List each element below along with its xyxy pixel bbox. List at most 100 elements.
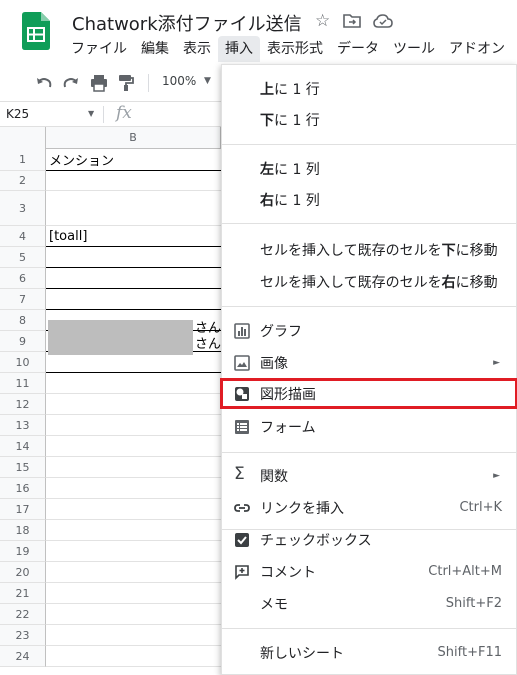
shortcut-text: Shift+F11	[437, 645, 502, 660]
menu-item-label: 図形描画	[260, 386, 316, 403]
menu-item-label: 左に 1 列	[260, 161, 320, 178]
redo-icon[interactable]	[61, 73, 81, 93]
row-header[interactable]: 16	[0, 478, 46, 499]
menu-shift-right[interactable]: セルを挿入して既存のセルを右に移動	[222, 266, 517, 297]
menu-item-label: チェックボックス	[260, 532, 372, 549]
menu-item-label: 下に 1 行	[260, 112, 320, 129]
menu-tools[interactable]: ツール	[386, 36, 442, 62]
zoom-select[interactable]: 100%	[162, 74, 196, 88]
menu-item-label: リンクを挿入	[260, 500, 344, 517]
undo-icon[interactable]	[34, 73, 54, 93]
menu-file[interactable]: ファイル	[64, 36, 134, 62]
shortcut-text: Ctrl+Alt+M	[428, 564, 502, 579]
menu-note[interactable]: メモ Shift+F2	[222, 588, 517, 619]
chart-icon	[234, 322, 250, 339]
row-header[interactable]: 6	[0, 268, 46, 289]
gray-cell-fill[interactable]	[48, 320, 193, 355]
menu-item-label: 関数	[260, 468, 288, 485]
menu-drawing[interactable]: 図形描画	[220, 378, 517, 409]
row-header[interactable]: 5	[0, 247, 46, 268]
row-header[interactable]: 8	[0, 310, 46, 331]
form-icon	[235, 419, 249, 434]
name-box[interactable]: K25	[6, 107, 29, 121]
document-title[interactable]: Chatwork添付ファイル送信	[72, 10, 302, 36]
row-header[interactable]: 22	[0, 604, 46, 625]
menu-col-left[interactable]: 左に 1 列	[222, 153, 517, 184]
drawing-icon	[235, 386, 249, 401]
menu-shift-down[interactable]: セルを挿入して既存のセルを下に移動	[222, 234, 517, 265]
menu-format[interactable]: 表示形式	[260, 36, 330, 62]
insert-menu-dropdown: 上に 1 行 下に 1 行 左に 1 列 右に 1 列 セルを挿入して既存のセル…	[220, 64, 517, 675]
row-header[interactable]: 12	[0, 394, 46, 415]
print-icon[interactable]	[89, 73, 109, 93]
menu-item-label: 新しいシート	[260, 645, 344, 662]
row-header[interactable]: 10	[0, 352, 46, 373]
menu-comment[interactable]: コメント Ctrl+Alt+M	[222, 556, 517, 587]
row-header[interactable]: 1	[0, 149, 46, 171]
toolbar-separator	[148, 74, 149, 92]
select-all-corner[interactable]	[0, 127, 46, 149]
overflow-text: さん さん	[195, 321, 221, 353]
menu-insert-link[interactable]: リンクを挿入 Ctrl+K	[222, 492, 517, 523]
star-icon[interactable]: ☆	[315, 11, 330, 31]
chevron-down-icon[interactable]: ▼	[204, 76, 211, 86]
menu-image[interactable]: 画像 ►	[222, 347, 517, 378]
row-header[interactable]: 13	[0, 415, 46, 436]
menu-addons[interactable]: アドオン	[442, 36, 512, 62]
move-to-folder-icon[interactable]	[343, 12, 361, 30]
menu-function[interactable]: Σ 関数 ►	[222, 460, 517, 491]
row-header[interactable]: 4	[0, 226, 46, 247]
row-header[interactable]: 23	[0, 625, 46, 646]
menu-chart[interactable]: グラフ	[222, 315, 517, 346]
row-header[interactable]: 3	[0, 191, 46, 226]
row-header[interactable]: 2	[0, 171, 46, 191]
checkbox-icon	[235, 532, 249, 547]
menu-data[interactable]: データ	[330, 36, 386, 62]
row-header[interactable]: 14	[0, 436, 46, 457]
cloud-saved-icon[interactable]	[373, 12, 393, 30]
menu-separator	[222, 306, 517, 307]
sigma-icon: Σ	[234, 464, 245, 484]
menu-separator	[222, 628, 517, 629]
row-header[interactable]: 7	[0, 289, 46, 310]
menu-new-sheet[interactable]: 新しいシート Shift+F11	[222, 637, 517, 668]
overflow-line: さん	[195, 337, 222, 352]
menu-item-label: 画像	[260, 355, 288, 372]
image-icon	[234, 354, 250, 371]
row-header[interactable]: 17	[0, 499, 46, 520]
paint-format-icon[interactable]	[116, 73, 136, 93]
menu-row-above[interactable]: 上に 1 行	[222, 73, 517, 104]
link-icon	[234, 503, 250, 512]
menubar: ファイル 編集 表示 挿入 表示形式 データ ツール アドオン	[64, 36, 512, 62]
row-header[interactable]: 24	[0, 646, 46, 667]
column-header-b[interactable]: B	[46, 127, 221, 149]
app-header: Chatwork添付ファイル送信 ☆ ファイル 編集 表示 挿入 表示形式 デー…	[0, 0, 517, 64]
menu-separator	[222, 452, 517, 453]
menu-separator	[222, 144, 517, 145]
row-header[interactable]: 11	[0, 373, 46, 394]
row-header[interactable]: 9	[0, 331, 46, 352]
chevron-down-icon[interactable]: ▼	[88, 109, 94, 118]
row-header[interactable]: 20	[0, 562, 46, 583]
menu-col-right[interactable]: 右に 1 列	[222, 184, 517, 215]
menu-item-label: 上に 1 行	[260, 81, 320, 98]
function-fx-icon: fx	[116, 103, 132, 123]
menu-item-label: メモ	[260, 596, 288, 613]
shortcut-text: Shift+F2	[445, 596, 502, 611]
submenu-arrow-icon: ►	[493, 470, 500, 481]
menu-view[interactable]: 表示	[176, 36, 218, 62]
google-sheets-logo-icon[interactable]	[22, 12, 50, 50]
menu-checkbox[interactable]: チェックボックス	[222, 524, 517, 555]
menu-form[interactable]: フォーム	[222, 411, 517, 442]
menu-edit[interactable]: 編集	[134, 36, 176, 62]
menu-row-below[interactable]: 下に 1 行	[222, 104, 517, 135]
row-header[interactable]: 21	[0, 583, 46, 604]
menu-item-label: グラフ	[260, 323, 302, 340]
row-header[interactable]: 19	[0, 541, 46, 562]
shortcut-text: Ctrl+K	[459, 500, 502, 515]
row-header[interactable]: 15	[0, 457, 46, 478]
row-header[interactable]: 18	[0, 520, 46, 541]
menu-insert[interactable]: 挿入	[218, 36, 260, 62]
menu-item-label: 右に 1 列	[260, 192, 320, 209]
menu-item-label: コメント	[260, 564, 316, 581]
